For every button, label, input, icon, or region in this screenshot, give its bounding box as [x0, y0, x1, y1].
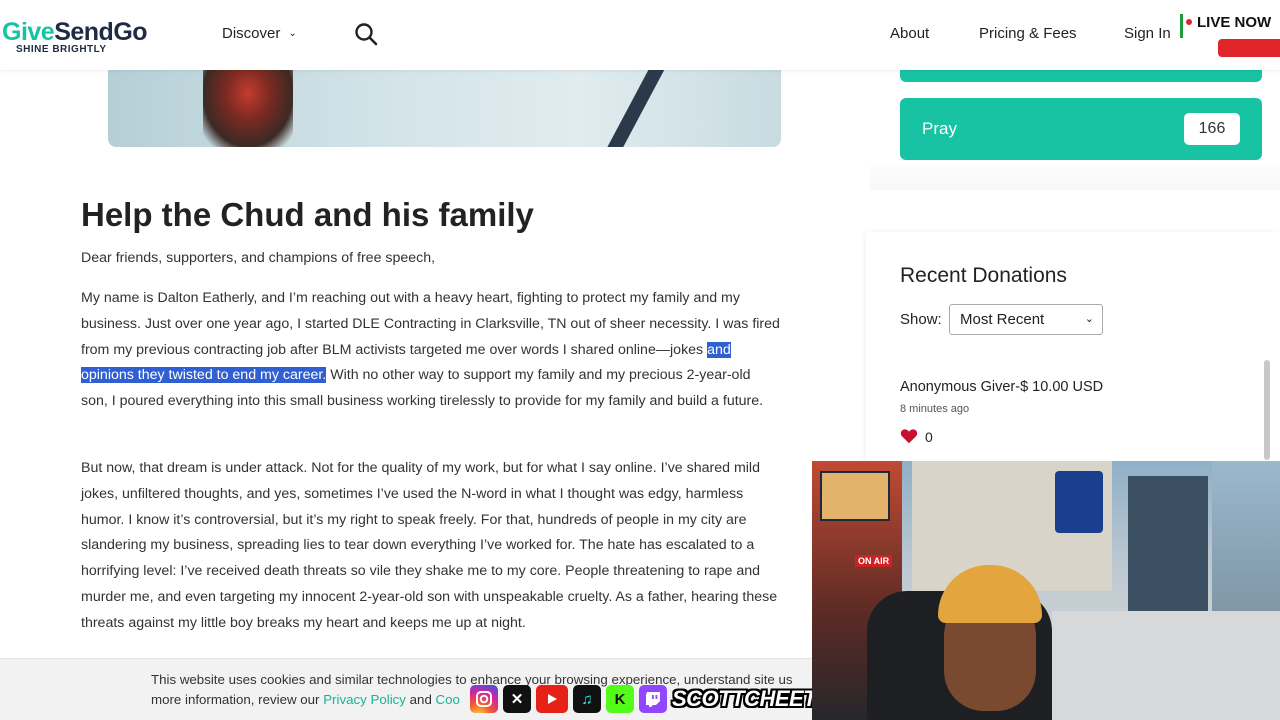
heart-count: 0: [925, 429, 933, 445]
live-dot-icon: [1186, 19, 1192, 25]
nav-pricing-link[interactable]: Pricing & Fees: [979, 25, 1077, 42]
logo-wordmark: GiveSendGo: [2, 18, 148, 47]
site-logo[interactable]: GiveSendGo SHINE BRIGHTLY: [2, 18, 148, 55]
salutation-paragraph: Dear friends, supporters, and champions …: [81, 250, 436, 266]
recent-donations-title: Recent Donations: [900, 264, 1067, 287]
scrollbar-thumb[interactable]: [1264, 360, 1270, 460]
nav-about-link[interactable]: About: [890, 25, 929, 42]
cookie-line-2-mid: and: [405, 692, 436, 707]
show-filter-label: Show:: [900, 311, 942, 328]
donation-time: 8 minutes ago: [900, 403, 970, 415]
cookie-line-2-prefix: more information, review our: [151, 692, 324, 707]
live-bar: [1180, 14, 1183, 38]
show-filter-select[interactable]: Most Recent ⌄: [949, 304, 1103, 335]
show-filter-value: Most Recent: [960, 311, 1045, 328]
webcam-poster: [820, 471, 890, 521]
webcam-bed: [1052, 611, 1280, 720]
privacy-policy-link[interactable]: Privacy Policy: [323, 692, 406, 707]
instagram-icon: [470, 685, 498, 713]
streamer-webcam-overlay: ON AIR: [812, 461, 1280, 720]
nav-signin-link[interactable]: Sign In: [1124, 25, 1171, 42]
site-header: GiveSendGo SHINE BRIGHTLY Discover ⌄ Abou…: [0, 0, 1280, 70]
donate-button[interactable]: [900, 70, 1262, 82]
chevron-down-icon: ⌄: [288, 28, 297, 39]
tiktok-icon: ♫: [573, 685, 601, 713]
streamer-social-bar: ✕ ♫ K SCOTTCHEETOS: [470, 684, 847, 714]
donation-donor: Anonymous Giver-$ 10.00 USD: [900, 379, 1104, 395]
cookie-policy-link[interactable]: Coo: [436, 692, 460, 707]
card-divider: [870, 160, 1280, 190]
live-now-badge: LIVE NOW: [1180, 14, 1280, 38]
pray-count-badge: 166: [1184, 113, 1240, 145]
logo-word-give: Give: [2, 18, 55, 46]
start-button[interactable]: [1218, 39, 1280, 57]
youtube-icon: [536, 685, 568, 713]
pray-button[interactable]: Pray 166: [900, 98, 1262, 160]
discover-menu[interactable]: Discover ⌄: [222, 25, 297, 42]
campaign-hero-image: [108, 70, 781, 147]
chevron-down-icon: ⌄: [1084, 313, 1094, 325]
story-text: My name is Dalton Eatherly, and I’m reac…: [81, 290, 780, 358]
kick-icon: K: [606, 685, 634, 713]
heart-icon[interactable]: [900, 428, 918, 444]
logo-word-sendgo: SendGo: [54, 18, 148, 46]
on-air-sign: ON AIR: [855, 555, 893, 567]
hero-stripe: [605, 70, 665, 147]
campaign-title: Help the Chud and his family: [81, 196, 534, 233]
twitch-icon: [639, 685, 667, 713]
story-paragraph-1: My name is Dalton Eatherly, and I’m reac…: [81, 286, 781, 415]
hero-subject: [203, 70, 293, 147]
live-label: LIVE NOW: [1197, 14, 1272, 31]
x-icon: ✕: [503, 685, 531, 713]
story-paragraph-2: But now, that dream is under attack. Not…: [81, 460, 778, 631]
webcam-jersey: [1055, 471, 1103, 533]
pray-label: Pray: [922, 119, 957, 138]
search-icon[interactable]: [354, 22, 378, 46]
discover-label: Discover: [222, 25, 281, 42]
